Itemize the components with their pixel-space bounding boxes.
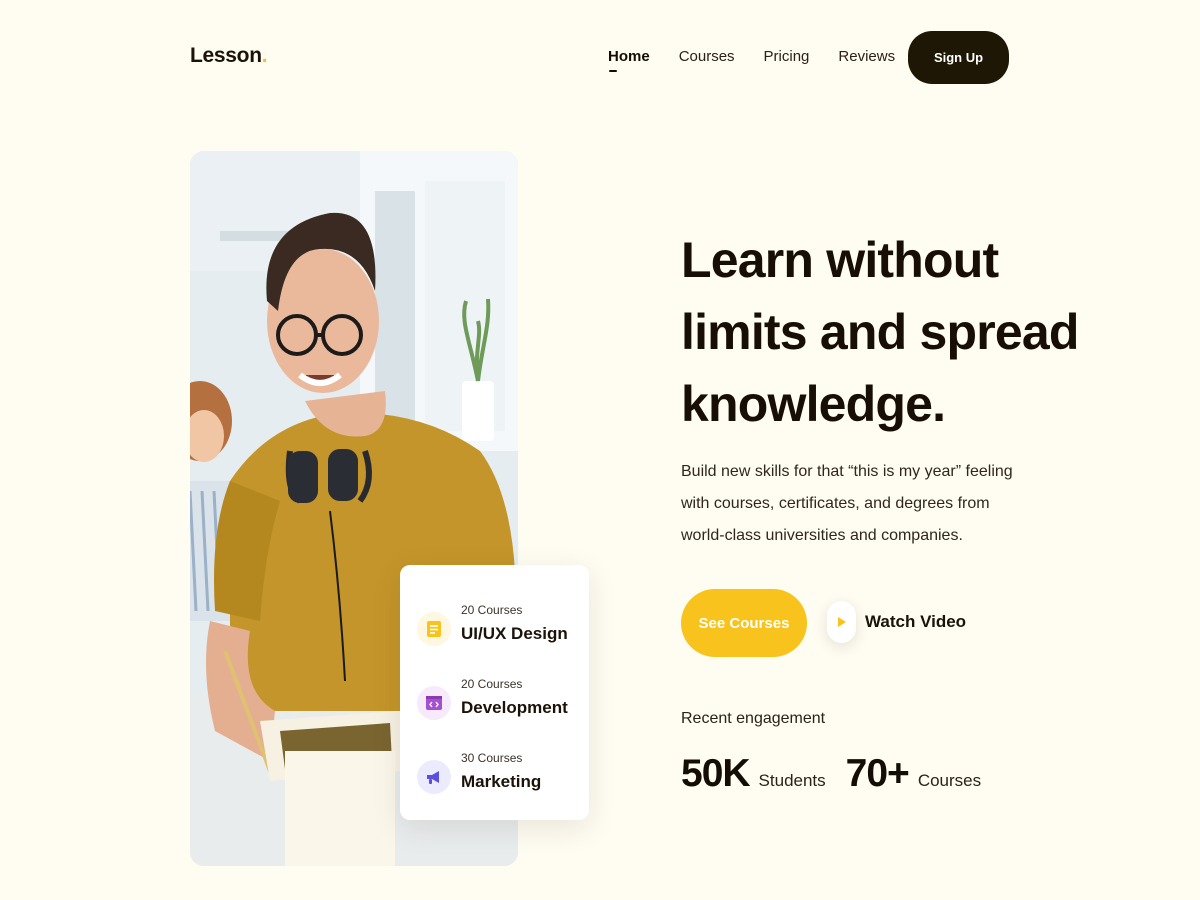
category-development[interactable]: 20 Courses Development xyxy=(417,666,589,740)
watch-video-button[interactable]: Watch Video xyxy=(827,601,966,643)
watch-video-label: Watch Video xyxy=(865,612,967,631)
signup-button[interactable]: Sign Up xyxy=(908,31,1009,84)
play-icon xyxy=(827,601,856,643)
stat-label: Courses xyxy=(917,771,982,790)
see-courses-button[interactable]: See Courses xyxy=(681,589,807,657)
category-marketing[interactable]: 30 Courses Marketing xyxy=(417,740,589,814)
hero-headline: Learn without limits and spread knowledg… xyxy=(681,224,1079,440)
headline-line: knowledge. xyxy=(681,376,946,432)
hero-description: Build new skills for that “this is my ye… xyxy=(681,463,1013,544)
stat-students: 50K Students xyxy=(681,752,826,796)
category-name: UI/UX Design xyxy=(461,623,568,643)
brand-name: Lesson xyxy=(190,44,262,67)
brand-dot: . xyxy=(261,44,268,67)
landing-page: Lesson. Home Courses Pricing Reviews Sig… xyxy=(0,0,1200,900)
nav-item-reviews[interactable]: Reviews xyxy=(838,48,895,65)
stat-value: 70+ xyxy=(845,752,910,795)
brand-logo[interactable]: Lesson. xyxy=(190,44,268,68)
category-name: Marketing xyxy=(461,771,542,791)
category-count: 20 Courses xyxy=(461,676,523,691)
main-nav: Home Courses Pricing Reviews xyxy=(608,48,895,72)
category-count: 20 Courses xyxy=(461,602,523,617)
code-window-icon xyxy=(417,686,451,720)
course-categories-card: 20 Courses UI/UX Design 20 Courses Devel… xyxy=(400,565,589,820)
stat-courses: 70+ Courses xyxy=(846,752,981,796)
category-name: Development xyxy=(461,697,568,717)
stat-value: 50K xyxy=(681,752,751,795)
megaphone-icon xyxy=(417,760,451,794)
nav-item-pricing[interactable]: Pricing xyxy=(764,48,810,65)
stat-label: Students xyxy=(758,771,826,790)
engagement-label: Recent engagement xyxy=(681,710,826,727)
category-count: 30 Courses xyxy=(461,750,523,765)
nav-item-home[interactable]: Home xyxy=(608,48,650,72)
category-uiux[interactable]: 20 Courses UI/UX Design xyxy=(417,592,589,666)
document-icon xyxy=(417,612,451,646)
engagement-stats: 50K Students 70+ Courses xyxy=(681,752,1001,796)
nav-item-courses[interactable]: Courses xyxy=(679,48,735,65)
headline-line: limits and spread xyxy=(681,304,1079,360)
headline-line: Learn without xyxy=(681,232,999,288)
